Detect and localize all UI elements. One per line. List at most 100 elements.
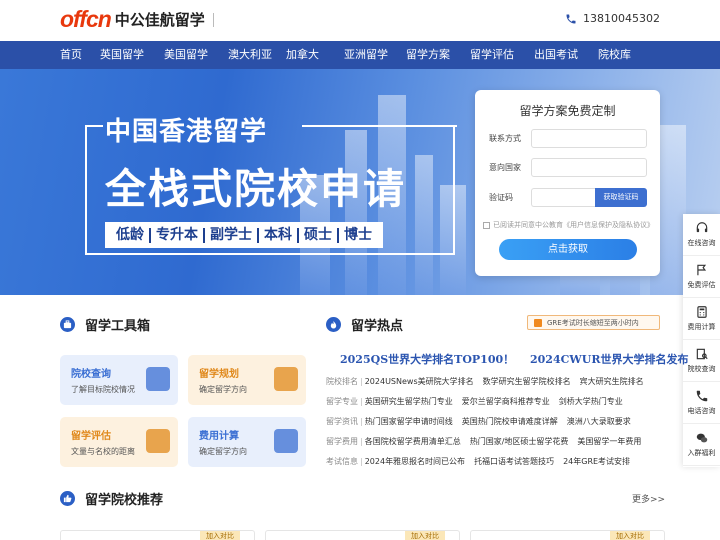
hot-title: 留学热点: [351, 319, 404, 334]
hot-headlines: 2025QS世界大学排名TOP100！ 2024CWUR世界大学排名发布: [340, 351, 700, 367]
contact-input[interactable]: [531, 129, 647, 148]
phone-number: 13810045302: [583, 12, 660, 25]
hot-row-link[interactable]: 爱尔兰留学商科推荐专业: [462, 397, 550, 406]
country-input[interactable]: [531, 158, 647, 177]
hot-row-category: 院校排名: [326, 377, 358, 386]
tool-card[interactable]: 留学规划 确定留学方向: [188, 355, 306, 405]
hot-row: 考试信息 | 2024年雅思报名时间已公布 托福口语考试答题技巧 24年GRE考试安排: [326, 457, 631, 466]
speaker-icon: [534, 318, 542, 327]
hot-row-link[interactable]: 热门国家留学申请时间线: [365, 417, 453, 426]
hot-row-link[interactable]: 美国留学一年费用: [577, 437, 641, 446]
toolbox-icon: [60, 317, 75, 332]
banner-tag: 本科: [259, 227, 299, 243]
banner-tag: 硕士: [299, 227, 339, 243]
main-nav: 首页 英国留学 美国留学 澳大利亚 加拿大 亚洲留学 留学方案 留学评估 出国考试 院校库: [0, 41, 720, 69]
hot-row-link[interactable]: 英国研究生留学热门专业: [365, 397, 453, 406]
sidebar-label: 入群福利: [687, 449, 716, 457]
sidebar-item[interactable]: 在线咨询: [683, 214, 720, 256]
hot-row: 留学费用 | 各国院校留学费用清单汇总 热门国家/地区硕士留学花费 美国留学一年费用: [326, 437, 642, 446]
hot-row-link[interactable]: 2024USNews美研院大学排名: [365, 377, 474, 386]
phone-icon: [566, 14, 576, 23]
submit-button[interactable]: 点击获取: [499, 239, 637, 260]
banner-title: 中国香港留学: [105, 117, 268, 147]
nav-item[interactable]: 英国留学: [100, 41, 164, 69]
nav-item[interactable]: 出国考试: [534, 41, 598, 69]
agree-checkbox[interactable]: [483, 221, 490, 229]
banner-tags: 低龄 专升本 副学士 本科 硕士 博士: [105, 222, 383, 248]
hot-row-category: 留学费用: [326, 437, 358, 446]
compare-button[interactable]: 加入对比: [200, 531, 240, 540]
hot-row-link[interactable]: 24年GRE考试安排: [563, 457, 630, 466]
top-header: offcn 中公佳航留学 13810045302: [0, 0, 720, 41]
banner-tag: 低龄: [111, 227, 151, 243]
recommend-header: 留学院校推荐: [60, 489, 163, 508]
code-input[interactable]: [531, 188, 595, 207]
tool-card[interactable]: 院校查询 了解目标院校情况: [60, 355, 178, 405]
sidebar-label: 费用计算: [687, 323, 716, 331]
nav-item[interactable]: 首页: [60, 41, 100, 69]
country-row: 意向国家: [489, 158, 647, 177]
headline-link[interactable]: 2025QS世界大学排名TOP100！: [340, 353, 514, 366]
calculator-icon: [696, 306, 707, 318]
tool-card[interactable]: 留学评估 文量与名校的距离: [60, 417, 178, 467]
sidebar-item[interactable]: 免费评估: [683, 256, 720, 298]
headline-link[interactable]: 2024CWUR世界大学排名发布: [530, 353, 688, 366]
sidebar-item[interactable]: 电话咨询: [683, 382, 720, 424]
hot-row-link[interactable]: 2024年雅思报名时间已公布: [365, 457, 465, 466]
hot-row-link[interactable]: 数学研究生留学院校排名: [483, 377, 571, 386]
form-title: 留学方案免费定制: [519, 104, 616, 118]
contact-row: 联系方式: [489, 129, 647, 148]
agree-row[interactable]: 已阅读并同意中公教育《用户信息保护及隐私协议》: [483, 220, 654, 230]
nav-item[interactable]: 美国留学: [164, 41, 228, 69]
nav-item[interactable]: 亚洲留学: [344, 41, 406, 69]
country-label: 意向国家: [489, 163, 521, 172]
sidebar-label: 电话咨询: [687, 407, 716, 415]
sidebar-item[interactable]: 费用计算: [683, 298, 720, 340]
banner-tag: 副学士: [205, 227, 259, 243]
flame-icon: [326, 317, 341, 332]
tool-illustration-icon: [146, 367, 170, 391]
more-link[interactable]: 更多>>: [632, 492, 665, 505]
nav-item[interactable]: 澳大利亚: [228, 41, 286, 69]
hot-row-link[interactable]: 澳洲八大录取要求: [567, 417, 631, 426]
tool-illustration-icon: [274, 367, 298, 391]
school-card[interactable]: 加入对比: [60, 530, 255, 540]
nav-item[interactable]: 加拿大: [286, 41, 344, 69]
contact-label: 联系方式: [489, 134, 521, 143]
sidebar-label: 免费评估: [687, 281, 716, 289]
hot-row-category: 留学专业: [326, 397, 358, 406]
hot-row-link[interactable]: 宾大研究生院排名: [580, 377, 644, 386]
tool-card[interactable]: 费用计算 确定留学方向: [188, 417, 306, 467]
banner-tag: 博士: [344, 226, 372, 243]
nav-item[interactable]: 院校库: [598, 41, 654, 69]
floating-sidebar: 在线咨询 免费评估 费用计算 院校查询 电话咨询 入群福利: [683, 214, 720, 467]
agree-text: 已阅读并同意中公教育《用户信息保护及隐私协议》: [493, 221, 654, 229]
get-code-button[interactable]: 获取验证码: [595, 188, 647, 207]
logo-divider: [212, 12, 214, 27]
site-logo[interactable]: offcn 中公佳航留学: [60, 6, 214, 33]
sidebar-item[interactable]: 入群福利: [683, 424, 720, 466]
nav-item[interactable]: 留学方案: [406, 41, 470, 69]
hot-row-link[interactable]: 托福口语考试答题技巧: [474, 457, 554, 466]
school-card[interactable]: 加入对比: [470, 530, 665, 540]
school-card[interactable]: 加入对比: [265, 530, 460, 540]
hot-row: 院校排名 | 2024USNews美研院大学排名 数学研究生留学院校排名 宾大研究生院排…: [326, 377, 644, 386]
thumbs-up-icon: [60, 491, 75, 506]
hot-row: 留学资讯 | 热门国家留学申请时间线 英国热门院校申请难度详解 澳洲八大录取要求: [326, 417, 631, 426]
hot-row-link[interactable]: 各国院校留学费用清单汇总: [365, 437, 461, 446]
hot-announcement[interactable]: GRE考试时长缩短至两小时内: [527, 315, 660, 330]
recommend-title: 留学院校推荐: [85, 493, 164, 508]
code-label: 验证码: [489, 193, 513, 202]
phone-icon: [696, 390, 707, 402]
sidebar-label: 在线咨询: [687, 239, 716, 247]
hot-row-link[interactable]: 热门国家/地区硕士留学花费: [470, 437, 569, 446]
compare-button[interactable]: 加入对比: [405, 531, 445, 540]
compare-button[interactable]: 加入对比: [610, 531, 650, 540]
hotline[interactable]: 13810045302: [565, 12, 660, 25]
nav-item[interactable]: 留学评估: [470, 41, 534, 69]
toolbox-header: 留学工具箱: [60, 315, 150, 334]
hot-row-link[interactable]: 英国热门院校申请难度详解: [462, 417, 558, 426]
code-row: 验证码 获取验证码: [489, 188, 647, 207]
hot-row-link[interactable]: 剑桥大学热门专业: [559, 397, 623, 406]
toolbox-title: 留学工具箱: [85, 319, 151, 334]
